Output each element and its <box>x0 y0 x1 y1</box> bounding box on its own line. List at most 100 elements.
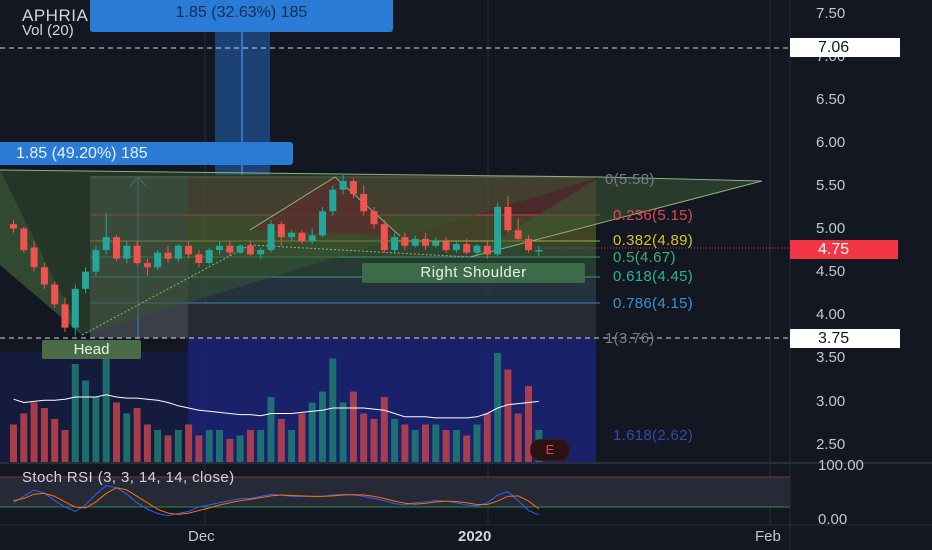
volume-bar <box>10 424 17 463</box>
price-badge-3-75[interactable]: 3.75 <box>790 329 900 348</box>
candle-body <box>504 206 512 231</box>
candle-body <box>236 245 244 253</box>
candle-body <box>401 237 409 246</box>
candle-body <box>463 244 471 253</box>
volume-bar <box>133 408 141 463</box>
fib-0: 0(5.58) <box>605 171 655 188</box>
candle-body <box>442 241 450 251</box>
volume-bar <box>360 413 368 463</box>
last-price-badge[interactable]: 4.75 <box>790 240 898 259</box>
volume-bar <box>401 424 409 463</box>
candle-body <box>113 237 120 259</box>
volume-bar <box>288 430 296 463</box>
volume-bar <box>236 435 244 463</box>
time-label-feb: Feb <box>755 528 781 545</box>
candle-body <box>123 245 131 259</box>
candle-body <box>422 238 429 246</box>
volume-label: Vol (20) <box>22 22 74 39</box>
candle-body <box>133 245 141 263</box>
volume-bar <box>473 424 481 463</box>
price-badge-7-06[interactable]: 7.06 <box>790 38 900 57</box>
volume-bar <box>411 430 419 463</box>
price-tick: 6.00 <box>816 134 846 151</box>
candle-body <box>452 244 460 251</box>
volume-bar <box>391 419 399 463</box>
stoch-rsi-label: Stoch RSI (3, 3, 14, 14, close) <box>22 469 235 486</box>
candle-body <box>267 224 275 251</box>
candle-body <box>30 247 38 268</box>
candle-body <box>257 250 265 255</box>
stoch-tick-0: 0.00 <box>818 511 848 528</box>
candle-body <box>277 224 285 238</box>
earnings-badge[interactable]: E <box>530 439 570 461</box>
candle-body <box>525 238 532 251</box>
volume-bar <box>432 424 440 463</box>
candle-body <box>164 252 172 259</box>
volume-bar <box>504 369 512 463</box>
price-tick: 7.50 <box>816 5 846 22</box>
candle-body <box>349 181 357 195</box>
candle-body <box>92 250 100 272</box>
fib-1: 1(3.76) <box>605 330 655 347</box>
volume-bar <box>71 364 79 463</box>
candle-body <box>102 237 110 251</box>
volume-bar <box>380 397 388 463</box>
middle-measure-label[interactable]: 1.85 (49.20%) 185 <box>0 142 293 165</box>
volume-bar <box>442 430 450 463</box>
volume-bar <box>349 391 357 463</box>
volume-bar <box>195 435 203 463</box>
candle-body <box>51 284 59 305</box>
volume-bar <box>452 430 460 463</box>
candle-body <box>82 271 90 289</box>
volume-bar <box>339 402 347 463</box>
volume-bar <box>422 424 429 463</box>
price-tick: 4.50 <box>816 263 846 280</box>
volume-bar <box>216 430 223 463</box>
right-shoulder-label[interactable]: Right Shoulder <box>362 263 585 283</box>
volume-bar <box>205 430 213 463</box>
fib-1-618: 1.618(2.62) <box>613 427 694 444</box>
candle-body <box>411 238 419 246</box>
candle-body <box>360 194 368 212</box>
candle-body <box>216 245 223 251</box>
volume-bar <box>113 402 120 463</box>
candle-body <box>483 245 491 255</box>
volume-bar <box>463 435 471 463</box>
candle-body <box>380 224 388 251</box>
volume-bar <box>277 419 285 463</box>
volume-bar <box>514 413 522 463</box>
volume-bar <box>267 397 275 463</box>
volume-bar <box>82 380 90 463</box>
candle-body <box>329 189 337 212</box>
volume-bar <box>92 397 100 463</box>
volume-bar <box>185 424 193 463</box>
price-tick: 3.00 <box>816 393 846 410</box>
volume-bar <box>226 438 234 463</box>
price-tick: 5.00 <box>816 220 846 237</box>
fib-0-786: 0.786(4.15) <box>613 295 694 312</box>
fib-0-382: 0.382(4.89) <box>613 232 694 249</box>
candle-body <box>185 245 193 255</box>
head-label[interactable]: Head <box>42 340 141 359</box>
fib-0-5: 0.5(4.67) <box>613 249 676 266</box>
price-tick: 5.50 <box>816 177 846 194</box>
candle-body <box>40 267 48 285</box>
volume-bar <box>51 419 59 463</box>
candle-body <box>61 304 69 328</box>
volume-bar <box>164 435 172 463</box>
fib-0-236: 0.236(5.15) <box>613 207 694 224</box>
candle-body <box>370 211 378 225</box>
candle-body <box>288 232 296 238</box>
volume-bar <box>40 408 48 463</box>
candle-body <box>473 245 481 253</box>
candle-body <box>154 252 162 268</box>
candle-body <box>308 235 316 242</box>
volume-bar <box>319 391 326 463</box>
price-tick: 2.50 <box>816 436 846 453</box>
candle-body <box>205 250 213 263</box>
candle-body <box>391 237 399 251</box>
candle-body <box>174 245 182 259</box>
candle-body <box>226 245 234 253</box>
volume-bar <box>30 402 38 463</box>
top-measure-label[interactable]: 1.85 (32.63%) 185 <box>90 0 393 32</box>
